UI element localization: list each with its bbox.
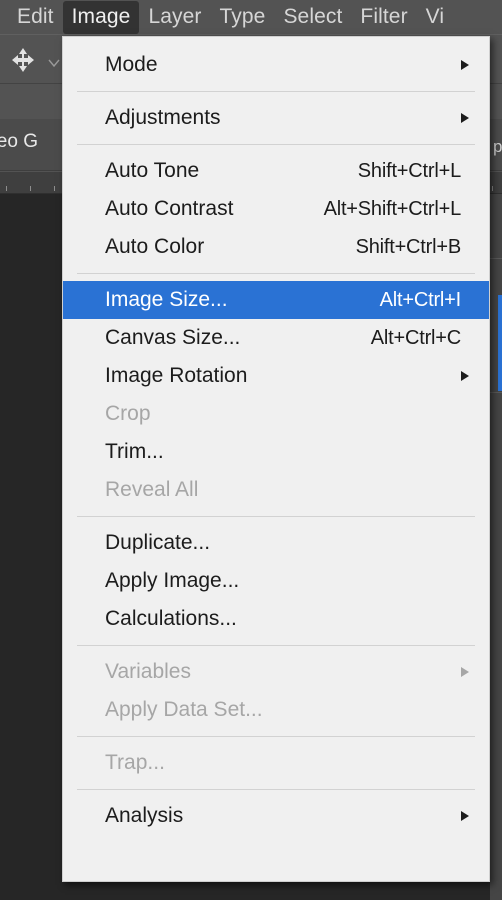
- menu-item-label: Reveal All: [105, 478, 199, 501]
- menu-item-label: Analysis: [105, 804, 184, 827]
- menu-item-crop: Crop: [63, 395, 489, 433]
- chevron-down-icon[interactable]: [47, 56, 61, 70]
- menu-item-label: Trap...: [105, 751, 165, 774]
- menu-item-label: Canvas Size...: [105, 326, 241, 349]
- menu-separator: [77, 516, 475, 517]
- menu-item-analysis[interactable]: Analysis: [63, 797, 489, 835]
- image-menu-dropdown: Mode Adjustments Auto Tone Shift+Ctrl+L Auto…: [62, 36, 490, 882]
- menu-item-trap: Trap...: [63, 744, 489, 782]
- menubar-item-type[interactable]: Type: [211, 1, 275, 34]
- menu-item-auto-contrast[interactable]: Auto Contrast Alt+Shift+Ctrl+L: [63, 190, 489, 228]
- menu-item-apply-image[interactable]: Apply Image...: [63, 562, 489, 600]
- menu-item-label: Trim...: [105, 440, 164, 463]
- menu-item-mode[interactable]: Mode: [63, 46, 489, 84]
- menu-item-shortcut: Alt+Ctrl+C: [370, 326, 461, 349]
- menubar-item-filter[interactable]: Filter: [351, 1, 416, 34]
- menubar-item-layer[interactable]: Layer: [139, 1, 210, 34]
- menu-item-shortcut: Shift+Ctrl+L: [357, 159, 461, 182]
- right-rail-accent: [498, 295, 502, 391]
- menu-item-variables: Variables: [63, 653, 489, 691]
- menubar-item-vi[interactable]: Vi: [417, 1, 454, 34]
- menu-item-auto-color[interactable]: Auto Color Shift+Ctrl+B: [63, 228, 489, 266]
- menu-item-apply-data-set: Apply Data Set...: [63, 691, 489, 729]
- menu-item-label: Variables: [105, 660, 191, 683]
- submenu-arrow-icon: [461, 371, 469, 381]
- menu-item-shortcut: Shift+Ctrl+B: [355, 235, 462, 258]
- menu-item-shortcut: Alt+Shift+Ctrl+L: [323, 197, 462, 220]
- menu-item-adjustments[interactable]: Adjustments: [63, 99, 489, 137]
- menu-item-shortcut: Alt+Ctrl+I: [379, 288, 462, 311]
- menubar-item-edit[interactable]: Edit: [8, 1, 63, 34]
- video-group-label: ideo G: [0, 131, 38, 152]
- menu-item-canvas-size[interactable]: Canvas Size... Alt+Ctrl+C: [63, 319, 489, 357]
- menu-item-label: Mode: [105, 53, 158, 76]
- menu-item-label: Calculations...: [105, 607, 237, 630]
- menubar-item-select[interactable]: Select: [274, 1, 351, 34]
- submenu-arrow-icon: [461, 60, 469, 70]
- menu-separator: [77, 144, 475, 145]
- right-rail-divider: [490, 392, 502, 393]
- submenu-arrow-icon: [461, 811, 469, 821]
- menubar-item-image[interactable]: Image: [62, 0, 140, 34]
- menu-item-label: Crop: [105, 402, 151, 425]
- menu-item-label: Image Size...: [105, 288, 228, 311]
- menu-item-reveal-all: Reveal All: [63, 471, 489, 509]
- menu-item-label: Apply Data Set...: [105, 698, 263, 721]
- menu-item-label: Auto Color: [105, 235, 205, 258]
- move-tool-icon[interactable]: [6, 46, 40, 74]
- menu-separator: [77, 91, 475, 92]
- menu-bar: Edit Image Layer Type Select Filter Vi: [0, 0, 502, 34]
- menu-separator: [77, 789, 475, 790]
- menu-item-label: Duplicate...: [105, 531, 211, 554]
- menu-item-label: Auto Contrast: [105, 197, 234, 220]
- menu-separator: [77, 736, 475, 737]
- menu-item-auto-tone[interactable]: Auto Tone Shift+Ctrl+L: [63, 152, 489, 190]
- menu-item-calculations[interactable]: Calculations...: [63, 600, 489, 638]
- menu-item-image-size[interactable]: Image Size... Alt+Ctrl+I: [63, 281, 489, 319]
- menu-item-label: Image Rotation: [105, 364, 248, 387]
- menu-item-image-rotation[interactable]: Image Rotation: [63, 357, 489, 395]
- submenu-arrow-icon: [461, 667, 469, 677]
- menu-item-label: Auto Tone: [105, 159, 200, 182]
- menu-item-duplicate[interactable]: Duplicate...: [63, 524, 489, 562]
- menu-separator: [77, 273, 475, 274]
- menu-item-label: Adjustments: [105, 106, 221, 129]
- submenu-arrow-icon: [461, 113, 469, 123]
- right-rail-divider: [490, 258, 502, 259]
- menu-separator: [77, 645, 475, 646]
- right-panel-label: p: [493, 137, 502, 156]
- menu-item-label: Apply Image...: [105, 569, 240, 592]
- menu-item-trim[interactable]: Trim...: [63, 433, 489, 471]
